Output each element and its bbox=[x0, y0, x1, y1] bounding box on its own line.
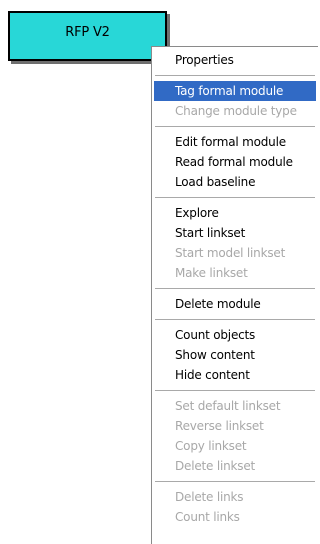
menu-item-hide-content[interactable]: Hide content bbox=[154, 365, 316, 385]
menu-separator bbox=[155, 481, 315, 482]
menu-item-copy-linkset: Copy linkset bbox=[175, 439, 247, 453]
menu-separator bbox=[155, 390, 315, 391]
context-menu: Properties Tag formal module Change module… bbox=[151, 46, 318, 544]
menu-item-reverse-linkset: Reverse linkset bbox=[175, 419, 264, 433]
menu-item-change-module-type: Change module type bbox=[175, 104, 297, 118]
canvas: RFP V2 Properties Tag formal module Change… bbox=[0, 0, 318, 544]
menu-separator bbox=[155, 126, 315, 127]
module-node-label: RFP V2 bbox=[65, 25, 110, 40]
menu-item-count-links: Count links bbox=[175, 510, 240, 524]
menu-item-tag-formal-module[interactable]: Tag formal module bbox=[154, 81, 316, 101]
menu-item-start-model-linkset: Start model linkset bbox=[175, 246, 286, 260]
menu-separator bbox=[155, 319, 315, 320]
menu-item-load-baseline[interactable]: Load baseline bbox=[154, 172, 316, 192]
menu-item-edit-formal-module[interactable]: Edit formal module bbox=[154, 132, 316, 152]
module-node-rfp-v2[interactable]: RFP V2 bbox=[8, 11, 167, 61]
menu-item-read-formal-module[interactable]: Read formal module bbox=[154, 152, 316, 172]
menu-item-delete-links: Delete links bbox=[175, 490, 244, 504]
menu-item-properties[interactable]: Properties bbox=[154, 50, 316, 70]
menu-item-set-default-linkset: Set default linkset bbox=[175, 399, 281, 413]
menu-item-count-objects[interactable]: Count objects bbox=[154, 325, 316, 345]
menu-separator bbox=[155, 197, 315, 198]
menu-item-start-linkset[interactable]: Start linkset bbox=[154, 223, 316, 243]
menu-item-make-linkset: Make linkset bbox=[175, 266, 248, 280]
menu-item-delete-module[interactable]: Delete module bbox=[154, 294, 316, 314]
menu-separator bbox=[155, 288, 315, 289]
menu-item-delete-linkset: Delete linkset bbox=[175, 459, 256, 473]
menu-item-show-content[interactable]: Show content bbox=[154, 345, 316, 365]
menu-item-explore[interactable]: Explore bbox=[154, 203, 316, 223]
menu-separator bbox=[155, 75, 315, 76]
